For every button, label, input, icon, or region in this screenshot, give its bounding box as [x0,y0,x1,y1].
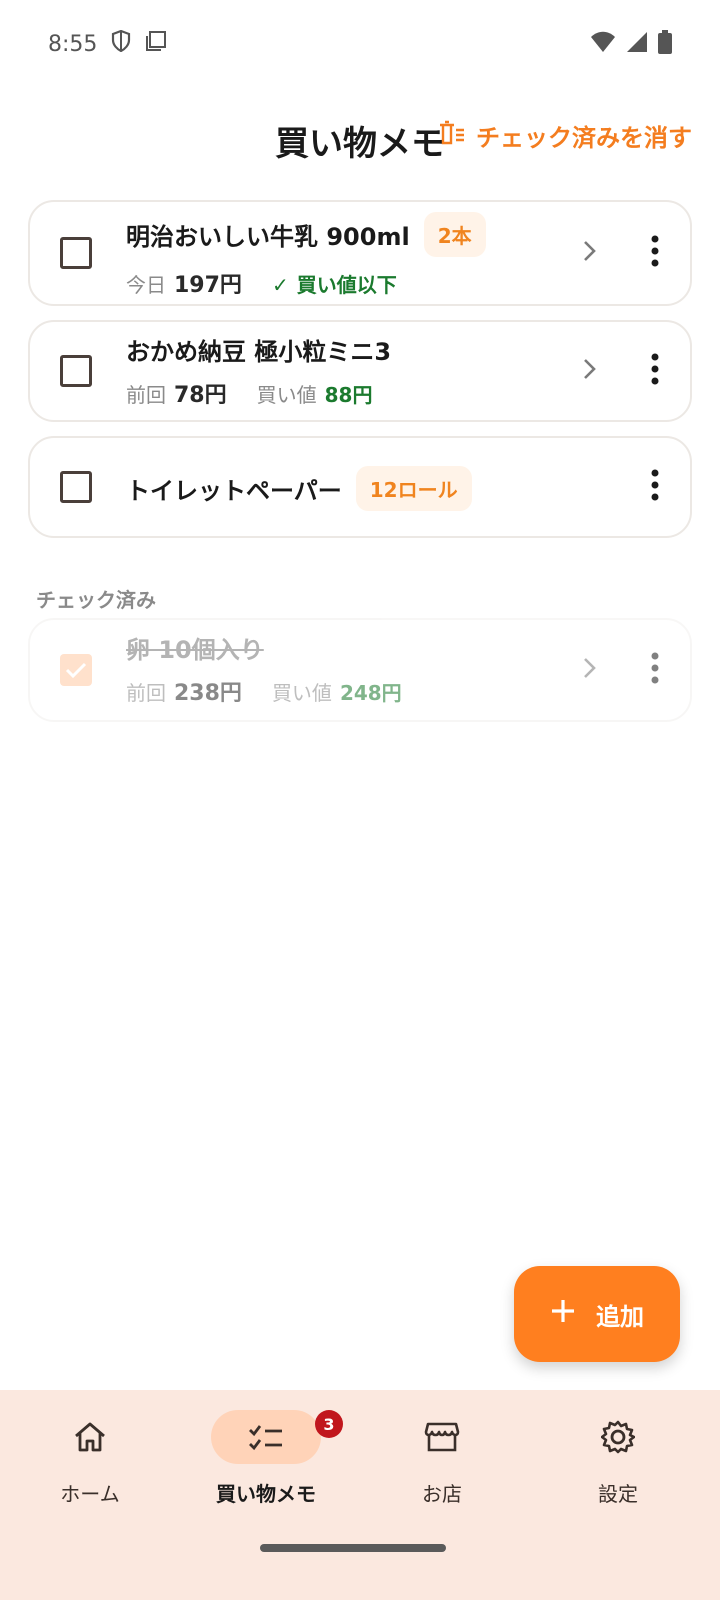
plus-icon [550,1298,576,1330]
price-value: 78円 [174,383,227,408]
clear-checked-label: チェック済みを消す [476,124,692,152]
item-title-row: 卵 10個入り [126,630,402,665]
item-content: おかめ納豆 極小粒ミニ3 前回 78円 買い値 88円 [126,332,391,409]
battery-icon [658,30,672,58]
item-checkbox-checked[interactable] [60,654,92,686]
item-content: トイレットペーパー 12ロール [126,466,472,511]
signal-icon [626,31,648,57]
nav-icon-wrap [35,1410,145,1464]
home-icon [75,1422,105,1452]
item-content: 明治おいしい牛乳 900ml 2本 今日 197円 ✓ 買い値以下 [126,212,486,299]
item-title: 卵 10個入り [126,636,264,664]
item-title: 明治おいしい牛乳 900ml [126,223,410,251]
price-label: 前回 [126,681,166,705]
list-item[interactable]: おかめ納豆 極小粒ミニ3 前回 78円 買い値 88円 [28,320,692,422]
nav-icon-wrap [563,1410,673,1464]
list-item[interactable]: 明治おいしい牛乳 900ml 2本 今日 197円 ✓ 買い値以下 [28,200,692,306]
add-item-button[interactable]: 追加 [514,1266,680,1362]
bottom-navigation: ホーム 3 買い物メモ お店 設定 [0,1390,720,1600]
list-item[interactable]: トイレットペーパー 12ロール [28,436,692,538]
checkmark-icon [65,662,87,679]
screenshot-icon [145,30,167,58]
nav-item-shopping-list[interactable]: 3 買い物メモ [176,1410,356,1507]
check-icon: ✓ [271,273,289,297]
status-right [590,30,672,58]
checklist-icon [249,1425,282,1451]
gear-icon [601,1420,635,1454]
item-title-row: トイレットペーパー 12ロール [126,466,472,511]
chevron-right-icon[interactable] [582,357,598,385]
nav-item-stores[interactable]: お店 [352,1410,532,1507]
status-bar: 8:55 [0,0,720,88]
checked-list-item[interactable]: 卵 10個入り 前回 238円 買い値 248円 [28,618,692,722]
nav-item-settings[interactable]: 設定 [528,1410,708,1507]
item-price-row: 今日 197円 ✓ 買い値以下 [126,267,486,299]
nav-icon-wrap [387,1410,497,1464]
quantity-badge: 12ロール [355,466,472,511]
more-vert-icon[interactable] [650,652,660,688]
item-title-row: 明治おいしい牛乳 900ml 2本 [126,212,486,257]
chevron-right-icon[interactable] [582,239,598,267]
add-label: 追加 [596,1302,644,1331]
home-indicator[interactable] [260,1544,446,1552]
item-price-row: 前回 78円 買い値 88円 [126,377,391,409]
wifi-icon [590,31,616,57]
nav-label: 設定 [598,1482,638,1506]
price-label: 前回 [126,383,166,407]
buy-price-label: 買い値 [256,383,317,407]
status-time: 8:55 [48,31,98,57]
nav-label: 買い物メモ [216,1482,316,1506]
app-header: 買い物メモ チェック済みを消す [0,100,720,180]
clear-list-icon [438,120,466,152]
nav-item-home[interactable]: ホーム [0,1410,180,1507]
store-icon [424,1422,460,1452]
item-checkbox[interactable] [60,237,92,269]
item-title: おかめ納豆 極小粒ミニ3 [126,338,392,366]
item-price-row: 前回 238円 買い値 248円 [126,675,402,707]
item-title-row: おかめ納豆 極小粒ミニ3 [126,332,391,367]
item-content: 卵 10個入り 前回 238円 買い値 248円 [126,630,402,707]
more-vert-icon[interactable] [650,353,660,389]
item-title: トイレットペーパー [126,477,342,505]
chevron-right-icon[interactable] [582,656,598,684]
nav-label: お店 [422,1482,462,1506]
item-checkbox[interactable] [60,355,92,387]
nav-label: ホーム [60,1482,120,1506]
shopping-list: 明治おいしい牛乳 900ml 2本 今日 197円 ✓ 買い値以下 おかめ納豆 … [28,200,692,552]
clear-checked-button[interactable]: チェック済みを消す [438,118,692,153]
notification-badge: 3 [315,1410,343,1438]
status-left: 8:55 [48,29,167,58]
buy-price-value: 248円 [339,681,402,705]
quantity-badge: 2本 [423,212,486,257]
shield-icon [111,29,131,58]
more-vert-icon[interactable] [650,469,660,505]
price-note: 買い値以下 [296,273,397,297]
more-vert-icon[interactable] [650,235,660,271]
price-label: 今日 [126,273,166,297]
price-value: 197円 [174,273,242,298]
item-checkbox[interactable] [60,471,92,503]
nav-icon-wrap: 3 [211,1410,343,1464]
buy-price-label: 買い値 [271,681,332,705]
price-value: 238円 [174,681,242,706]
checked-section-label: チェック済み [36,588,156,612]
buy-price-value: 88円 [324,383,373,407]
